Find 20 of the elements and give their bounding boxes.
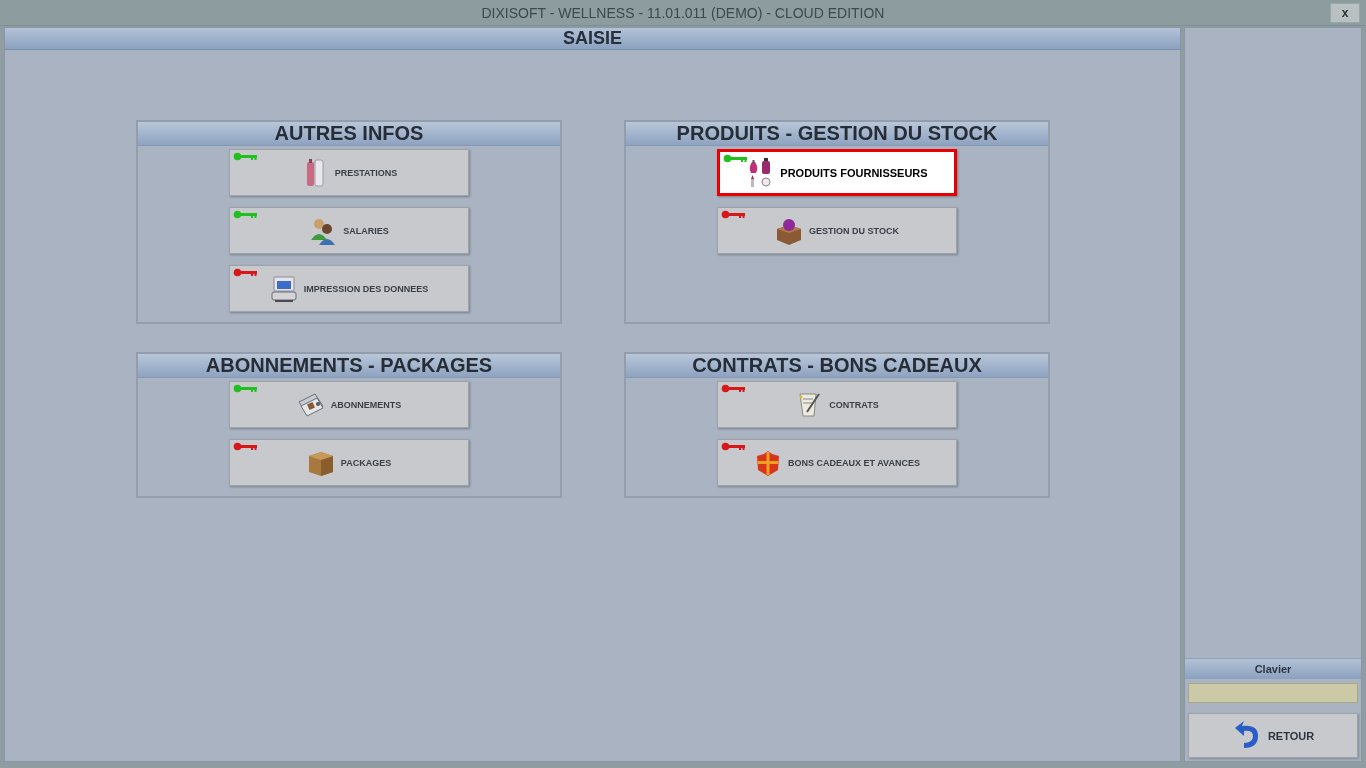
menu-button[interactable]: SALARIES: [229, 207, 469, 254]
group-title: PRODUITS - GESTION DU STOCK: [626, 122, 1048, 146]
menu-button[interactable]: BONS CADEAUX ET AVANCES: [717, 439, 957, 486]
group-title: CONTRATS - BONS CADEAUX: [626, 354, 1048, 378]
menu-button[interactable]: PACKAGES: [229, 439, 469, 486]
keyboard-title: Clavier: [1185, 658, 1361, 679]
panel-title: SAISIE: [5, 28, 1180, 50]
menu-button[interactable]: IMPRESSION DES DONNEES: [229, 265, 469, 312]
menu-button[interactable]: PRODUITS FOURNISSEURS: [717, 149, 957, 196]
window-title: DIXISOFT - WELLNESS - 11.01.011 (DEMO) - CLOUD EDITION: [481, 4, 885, 21]
menu-button[interactable]: CONTRATS: [717, 381, 957, 428]
menu-button[interactable]: GESTION DU STOCK: [717, 207, 957, 254]
close-button[interactable]: x: [1330, 2, 1360, 23]
group-title: AUTRES INFOS: [138, 122, 560, 146]
group-title: ABONNEMENTS - PACKAGES: [138, 354, 560, 378]
back-button[interactable]: RETOUR: [1188, 713, 1358, 758]
menu-button[interactable]: PRESTATIONS: [229, 149, 469, 196]
printer-icon: [269, 273, 298, 304]
input-field[interactable]: [1188, 683, 1358, 703]
menu-button[interactable]: ABONNEMENTS: [229, 381, 469, 428]
